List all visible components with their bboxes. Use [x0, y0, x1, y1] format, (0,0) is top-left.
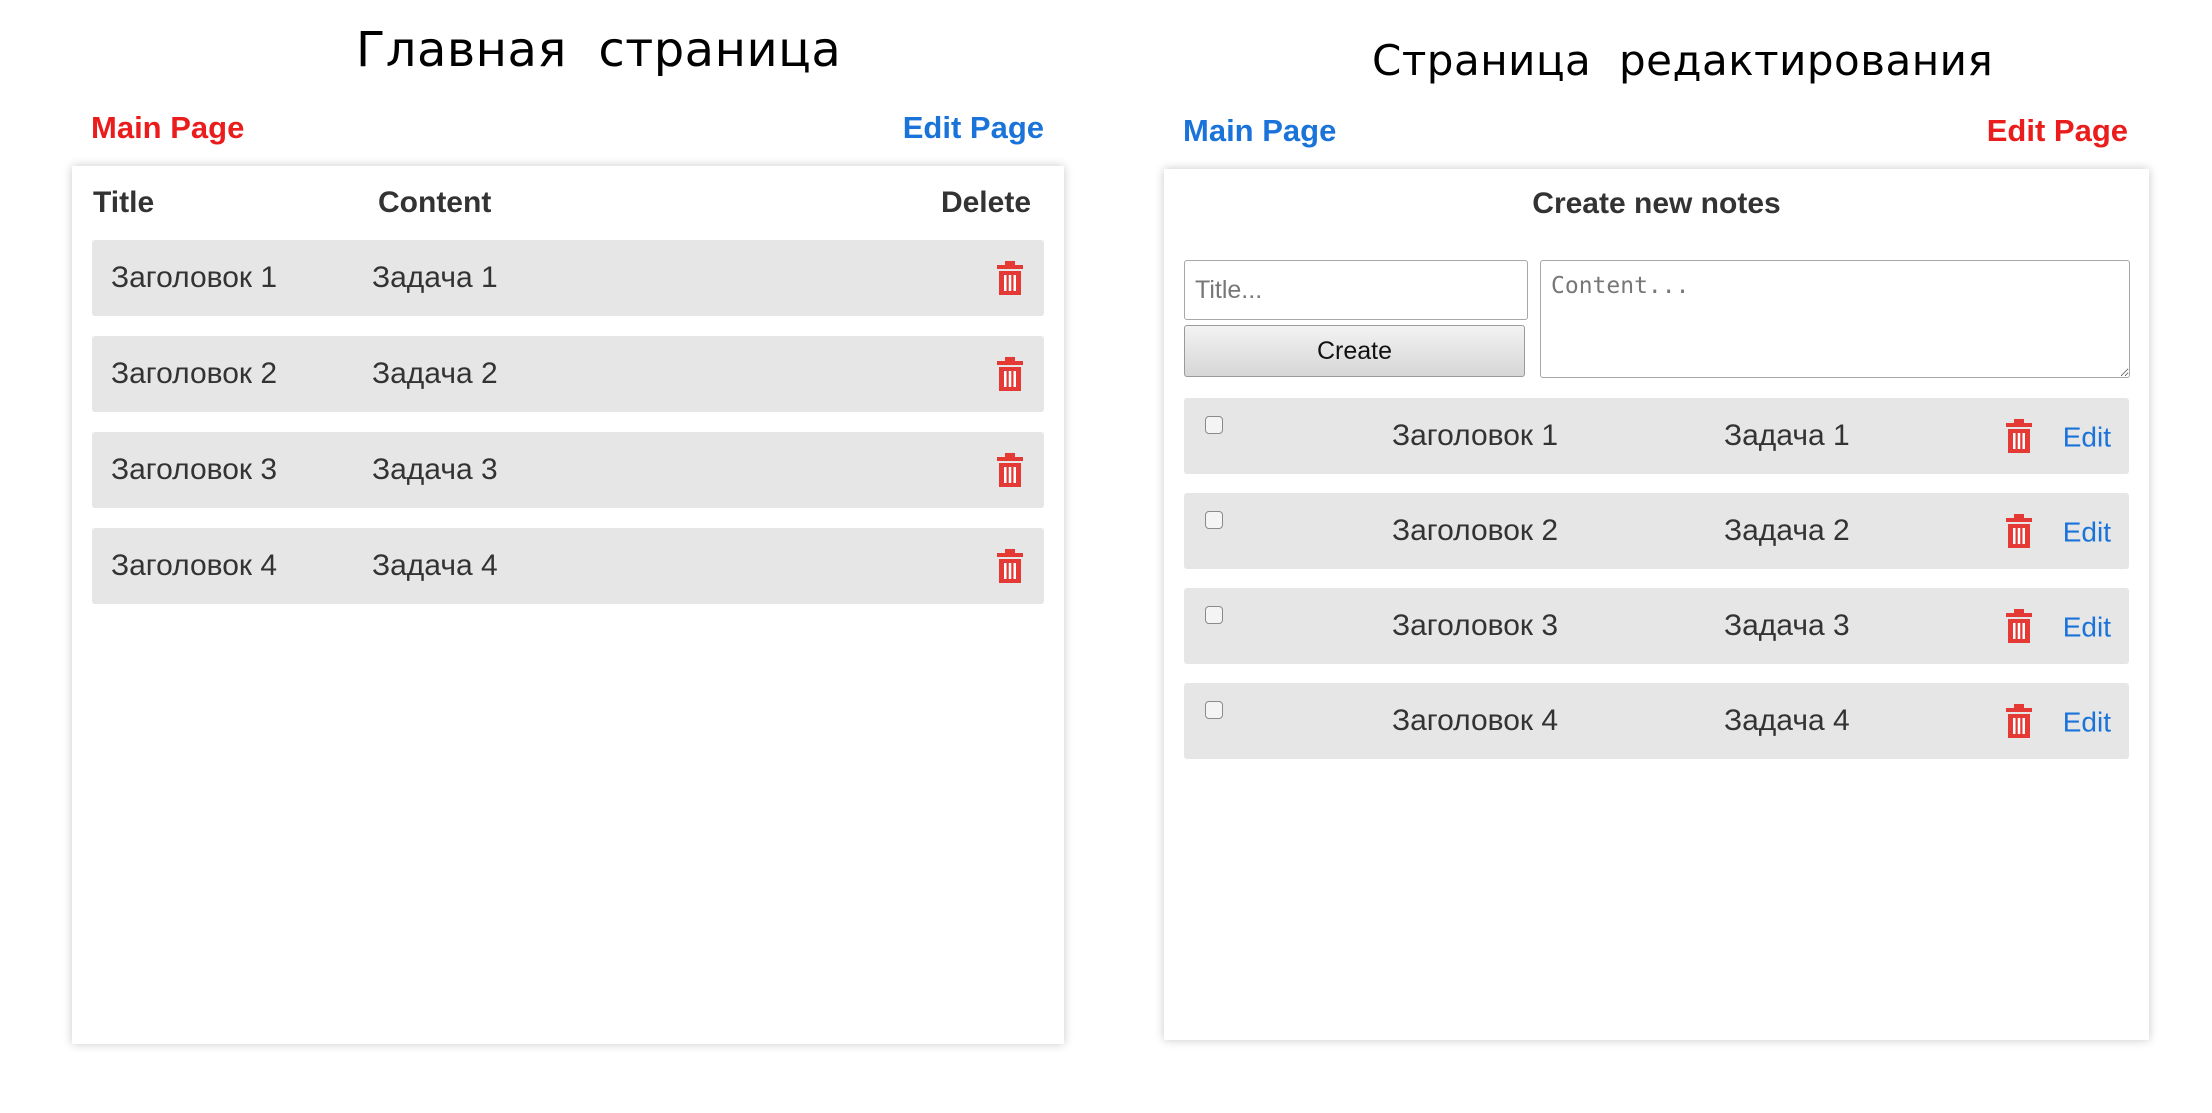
row-content: Задача 2 — [1724, 514, 1850, 547]
list-item: Заголовок 4 Задача 4 Edit — [1184, 683, 2129, 759]
row-content: Задача 4 — [372, 549, 498, 582]
row-checkbox[interactable] — [1205, 511, 1223, 529]
edit-notes-panel: Create new notes Create Заголовок 1 Зада… — [1164, 169, 2149, 1040]
row-title: Заголовок 2 — [111, 357, 278, 390]
nav-edit-page-link[interactable]: Edit Page — [1987, 113, 2128, 149]
main-page-heading: Главная страница — [356, 22, 842, 78]
create-notes-title: Create new notes — [1532, 187, 1781, 220]
row-content: Задача 1 — [1724, 419, 1850, 452]
table-row: Заголовок 1 Задача 1 — [92, 240, 1044, 316]
title-input[interactable] — [1184, 260, 1528, 320]
notes-table-panel: Title Content Delete Заголовок 1 Задача … — [72, 166, 1064, 1044]
edit-link[interactable]: Edit — [2063, 707, 2111, 739]
row-content: Задача 4 — [1724, 704, 1850, 737]
trash-icon[interactable] — [996, 357, 1024, 391]
list-item: Заголовок 1 Задача 1 Edit — [1184, 398, 2129, 474]
trash-icon[interactable] — [996, 453, 1024, 487]
row-checkbox[interactable] — [1205, 416, 1223, 434]
nav-main-page-link[interactable]: Main Page — [1183, 113, 1336, 149]
create-button[interactable]: Create — [1184, 325, 1525, 377]
title-column-header: Title — [93, 186, 155, 219]
table-row: Заголовок 3 Задача 3 — [92, 432, 1044, 508]
nav-main-page-link[interactable]: Main Page — [91, 110, 244, 146]
row-checkbox[interactable] — [1205, 606, 1223, 624]
row-content: Задача 3 — [372, 453, 498, 486]
list-item: Заголовок 3 Задача 3 Edit — [1184, 588, 2129, 664]
row-content: Задача 2 — [372, 357, 498, 390]
edit-link[interactable]: Edit — [2063, 612, 2111, 644]
row-title: Заголовок 4 — [1392, 704, 1559, 737]
row-title: Заголовок 2 — [1392, 514, 1559, 547]
delete-column-header: Delete — [940, 186, 1031, 219]
row-checkbox[interactable] — [1205, 701, 1223, 719]
edit-link[interactable]: Edit — [2063, 422, 2111, 454]
trash-icon[interactable] — [2005, 514, 2033, 548]
row-title: Заголовок 4 — [111, 549, 278, 582]
content-column-header: Content — [378, 186, 492, 219]
row-content: Задача 3 — [1724, 609, 1850, 642]
trash-icon[interactable] — [2005, 419, 2033, 453]
trash-icon[interactable] — [996, 549, 1024, 583]
row-title: Заголовок 1 — [111, 261, 278, 294]
content-input[interactable] — [1540, 260, 2130, 378]
nav-edit-page-link[interactable]: Edit Page — [903, 110, 1044, 146]
trash-icon[interactable] — [996, 261, 1024, 295]
row-title: Заголовок 3 — [111, 453, 278, 486]
row-content: Задача 1 — [372, 261, 498, 294]
table-row: Заголовок 2 Задача 2 — [92, 336, 1044, 412]
row-title: Заголовок 3 — [1392, 609, 1559, 642]
row-title: Заголовок 1 — [1392, 419, 1559, 452]
trash-icon[interactable] — [2005, 609, 2033, 643]
trash-icon[interactable] — [2005, 704, 2033, 738]
list-item: Заголовок 2 Задача 2 Edit — [1184, 493, 2129, 569]
edit-page-heading: Страница редактирования — [1372, 36, 1994, 85]
edit-link[interactable]: Edit — [2063, 517, 2111, 549]
table-row: Заголовок 4 Задача 4 — [92, 528, 1044, 604]
